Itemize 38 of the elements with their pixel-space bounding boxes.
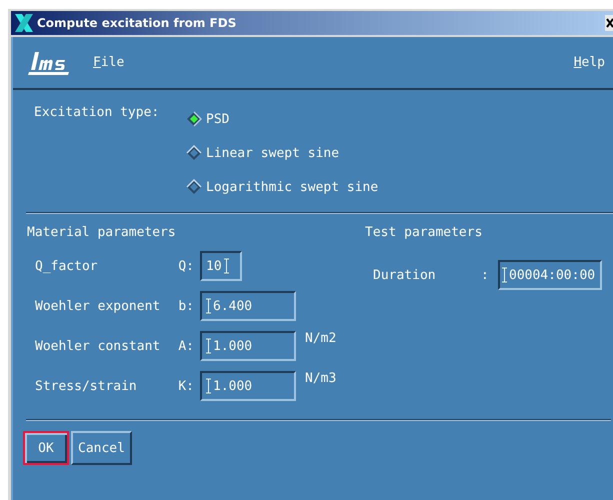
field-label: Excitation type: — [34, 105, 160, 122]
text-cursor-icon — [502, 267, 507, 283]
radio-indicator[interactable] — [186, 179, 202, 195]
dialog-button[interactable]: OK — [23, 431, 69, 465]
field-label: Woehler constant — [35, 338, 162, 354]
dialog-button[interactable]: Cancel — [71, 431, 132, 465]
menu-item[interactable]: File — [93, 55, 124, 70]
symbol-label: : — [481, 268, 490, 282]
text-cursor-icon — [206, 378, 211, 394]
text-cursor-icon — [224, 258, 229, 274]
radio-indicator[interactable] — [186, 111, 202, 127]
section-title: Material parameters — [27, 225, 177, 241]
input-field[interactable]: 1.000 — [200, 331, 296, 361]
radio-option[interactable]: Logarithmic swept sine — [186, 179, 378, 195]
close-icon[interactable] — [605, 15, 613, 31]
field-label: Woehler exponent — [35, 298, 162, 314]
section-title: Test parameters — [365, 225, 484, 241]
symbol-label: K: — [178, 378, 195, 394]
symbol-label: b: — [178, 298, 195, 314]
menu-item[interactable]: Help — [574, 55, 605, 70]
field-label: Duration — [373, 268, 437, 282]
unit-label: N/m2 — [304, 331, 338, 346]
radio-option[interactable]: PSD — [186, 111, 378, 127]
symbol-label: A: — [178, 338, 195, 354]
window-title: Compute excitation from FDS — [37, 16, 236, 30]
unit-label: N/m3 — [304, 371, 338, 386]
input-field[interactable]: 1.000 — [200, 371, 296, 401]
radio-indicator[interactable] — [186, 145, 202, 161]
x-logo-icon — [13, 12, 35, 34]
input-field[interactable]: 6.400 — [200, 291, 296, 321]
field-label: Q_factor — [35, 258, 99, 274]
text-cursor-icon — [206, 338, 211, 354]
input-field[interactable]: 00004:00:00 — [498, 260, 602, 290]
input-field[interactable]: 10 — [200, 251, 242, 281]
field-label: Stress/strain — [35, 378, 138, 394]
radio-option[interactable]: Linear swept sine — [186, 145, 378, 161]
symbol-label: Q: — [178, 258, 195, 274]
text-cursor-icon — [206, 298, 211, 314]
